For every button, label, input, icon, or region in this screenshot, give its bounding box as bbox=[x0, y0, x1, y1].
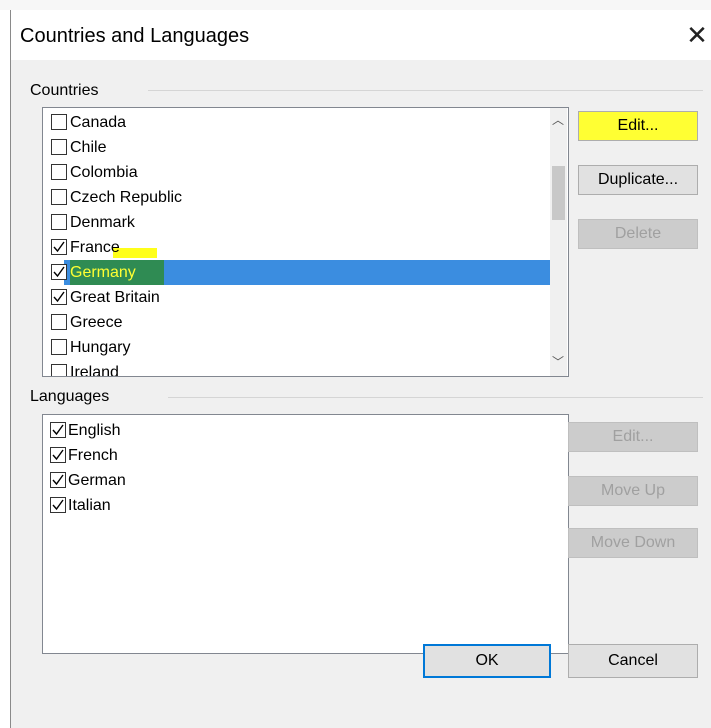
scroll-up-icon[interactable]: ︿ bbox=[550, 112, 566, 128]
list-item-label: Hungary bbox=[70, 339, 131, 356]
list-item-label: Colombia bbox=[70, 164, 138, 181]
countries-scrollbar[interactable]: ︿ ﹀ bbox=[550, 108, 567, 376]
list-item-label: Denmark bbox=[70, 214, 135, 231]
list-item[interactable]: Hungary bbox=[43, 335, 523, 360]
list-item-label: Czech Republic bbox=[70, 189, 183, 206]
checkbox-unchecked[interactable] bbox=[51, 189, 67, 205]
checkbox-unchecked[interactable] bbox=[51, 339, 67, 355]
checkbox-checked[interactable] bbox=[50, 497, 66, 513]
checkbox-unchecked[interactable] bbox=[51, 314, 67, 330]
list-item-label: Germany bbox=[70, 264, 136, 281]
list-item-label: English bbox=[68, 422, 121, 439]
list-item[interactable]: English bbox=[43, 418, 523, 443]
checkbox-unchecked[interactable] bbox=[51, 139, 67, 155]
dialog-title: Countries and Languages bbox=[20, 25, 250, 47]
list-item-label: German bbox=[68, 472, 126, 489]
checkbox-unchecked[interactable] bbox=[51, 214, 67, 230]
list-item[interactable]: French bbox=[43, 443, 523, 468]
list-item[interactable]: Chile bbox=[43, 135, 523, 160]
checkbox-unchecked[interactable] bbox=[51, 114, 67, 130]
checkbox-checked[interactable] bbox=[50, 447, 66, 463]
list-item[interactable]: France bbox=[43, 235, 523, 260]
background-window-bar bbox=[0, 0, 711, 10]
cancel-button[interactable]: Cancel bbox=[568, 644, 698, 678]
list-item[interactable]: Denmark bbox=[43, 210, 523, 235]
countries-listbox[interactable]: Canada Chile Colombia Czech Republic Denmark… bbox=[42, 107, 569, 377]
checkbox-checked[interactable] bbox=[51, 264, 67, 280]
list-item-label: Italian bbox=[68, 497, 111, 514]
list-item[interactable]: Germany bbox=[43, 260, 523, 285]
duplicate-button[interactable]: Duplicate... bbox=[578, 165, 698, 195]
checkbox-checked[interactable] bbox=[50, 422, 66, 438]
list-item[interactable]: Great Britain bbox=[43, 285, 523, 310]
list-item[interactable]: German bbox=[43, 468, 523, 493]
list-item-label: Chile bbox=[70, 139, 107, 156]
list-item-label: French bbox=[68, 447, 118, 464]
title-bar: Countries and Languages ✕ bbox=[11, 10, 711, 60]
languages-group-line bbox=[168, 397, 703, 398]
checkbox-checked[interactable] bbox=[50, 472, 66, 488]
list-item-label: France bbox=[70, 239, 120, 256]
countries-edit-button[interactable]: Edit... bbox=[578, 111, 698, 141]
scroll-thumb[interactable] bbox=[552, 166, 565, 220]
list-item-label: Greece bbox=[70, 314, 123, 331]
list-item-label: Ireland bbox=[70, 364, 119, 377]
checkbox-unchecked[interactable] bbox=[51, 164, 67, 180]
languages-edit-button[interactable]: Edit... bbox=[568, 422, 698, 452]
checkbox-checked[interactable] bbox=[51, 289, 67, 305]
languages-group-label: Languages bbox=[30, 388, 110, 405]
countries-group-label: Countries bbox=[30, 82, 99, 99]
move-up-button[interactable]: Move Up bbox=[568, 476, 698, 506]
list-item[interactable]: Colombia bbox=[43, 160, 523, 185]
ok-button[interactable]: OK bbox=[423, 644, 551, 678]
list-item-label: Canada bbox=[70, 114, 127, 131]
languages-listbox[interactable]: English French German Italian bbox=[42, 414, 569, 654]
list-item[interactable]: Italian bbox=[43, 493, 523, 518]
close-icon[interactable]: ✕ bbox=[683, 20, 711, 50]
list-item[interactable]: Canada bbox=[43, 110, 523, 135]
list-item-label: Great Britain bbox=[70, 289, 160, 306]
list-item[interactable]: Ireland bbox=[43, 360, 523, 377]
list-item[interactable]: Greece bbox=[43, 310, 523, 335]
countries-languages-dialog: Countries and Languages ✕ Countries Cana… bbox=[10, 10, 711, 728]
list-item[interactable]: Czech Republic bbox=[43, 185, 523, 210]
delete-button[interactable]: Delete bbox=[578, 219, 698, 249]
checkbox-checked[interactable] bbox=[51, 239, 67, 255]
move-down-button[interactable]: Move Down bbox=[568, 528, 698, 558]
scroll-down-icon[interactable]: ﹀ bbox=[550, 354, 566, 370]
checkbox-unchecked[interactable] bbox=[51, 364, 67, 376]
countries-group-line bbox=[148, 90, 703, 91]
